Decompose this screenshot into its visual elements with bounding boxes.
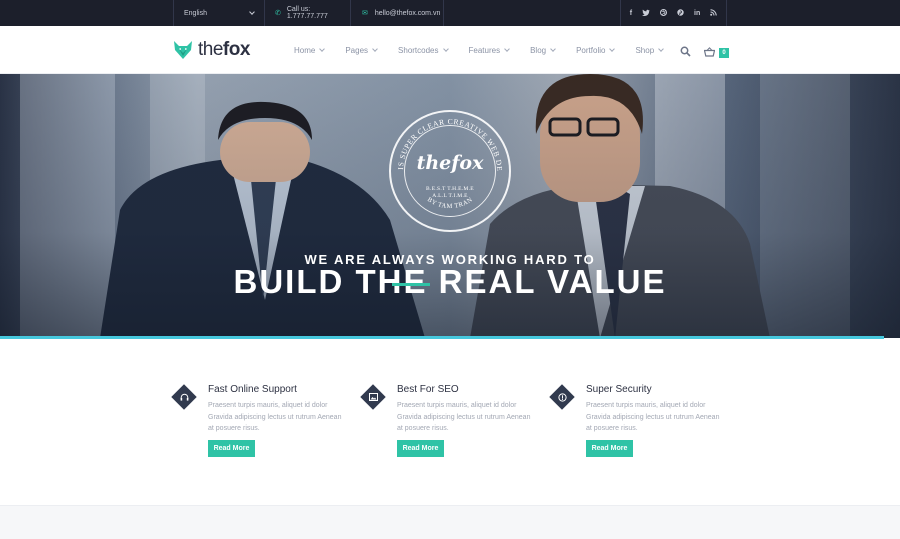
hero-divider [0,336,884,339]
feature-title: Best For SEO [397,384,459,395]
language-selector[interactable]: English [173,0,264,26]
pinterest-icon[interactable] [677,8,684,18]
headset-icon [175,388,193,406]
chevron-down-icon [550,45,556,52]
read-more-button[interactable]: Read More [397,440,444,457]
logo-text: thefox [198,39,250,60]
chevron-down-icon [442,45,449,52]
read-more-button[interactable]: Read More [586,440,633,457]
search-icon[interactable] [680,44,691,57]
feature-title: Fast Online Support [208,384,297,395]
phone-contact: ✆ Call us: 1.777.77.777 [264,0,350,26]
feature-text: Praesent turpis mauris, aliquet id dolor… [586,402,720,432]
phone-icon: ✆ [275,10,281,17]
cart-button[interactable]: 0 [703,44,729,62]
nav-pages[interactable]: Pages [345,45,378,55]
image-icon [364,388,382,406]
chevron-down-icon [372,45,378,52]
feature-text: Praesent turpis mauris, aliquet id dolor… [397,402,531,432]
main-nav: Home Pages Shortcodes Features Blog Port… [294,26,684,74]
nav-home[interactable]: Home [294,45,326,55]
nav-portfolio[interactable]: Portfolio [576,45,616,55]
seal-line2: A.L.L T.I.M.E [432,193,468,199]
twitter-icon[interactable] [642,9,651,18]
site-logo[interactable]: thefox [173,39,250,61]
top-bar: English ✆ Call us: 1.777.77.777 ✉ hello@… [0,0,900,26]
email-contact[interactable]: ✉ hello@thefox.com.vn [350,0,444,26]
fox-logo-icon [173,40,193,60]
seal-line1: B.E.S.T T.H.E.M.E [426,186,474,192]
nav-shop[interactable]: Shop [635,45,664,55]
read-more-button[interactable]: Read More [208,440,255,457]
email-text: hello@thefox.com.vn [374,9,441,17]
facebook-icon[interactable]: f [630,10,632,17]
nav-shortcodes[interactable]: Shortcodes [398,45,449,55]
feature-text: Praesent turpis mauris, aliquet id dolor… [208,402,342,432]
security-icon [553,388,571,406]
thefox-seal: THIS IS SUPER CLEAR CREATIVE WEB DESIGN … [389,110,511,232]
hero-title: BUILD THE REAL VALUE [233,263,667,300]
cart-count-badge: 0 [719,48,729,58]
envelope-icon: ✉ [362,10,368,17]
chevron-down-icon [658,45,664,52]
social-links: f in [620,0,727,26]
rss-icon[interactable] [710,8,717,18]
chevron-down-icon [504,45,510,52]
phone-text: Call us: 1.777.77.777 [286,6,328,20]
hero-accent-line [392,283,430,286]
nav-features[interactable]: Features [469,46,510,55]
language-label: English [184,9,207,17]
seal-brand: thefox [416,152,484,174]
dribbble-icon[interactable] [660,8,668,18]
linkedin-icon[interactable]: in [694,10,700,17]
feature-title: Super Security [586,384,652,395]
next-section-band [0,505,900,539]
nav-blog[interactable]: Blog [530,45,556,55]
chevron-down-icon [319,45,326,52]
chevron-down-icon [609,45,616,52]
chevron-down-icon [249,9,255,15]
basket-icon [703,44,716,62]
site-header: thefox Home Pages Shortcodes Features Bl… [0,26,900,74]
